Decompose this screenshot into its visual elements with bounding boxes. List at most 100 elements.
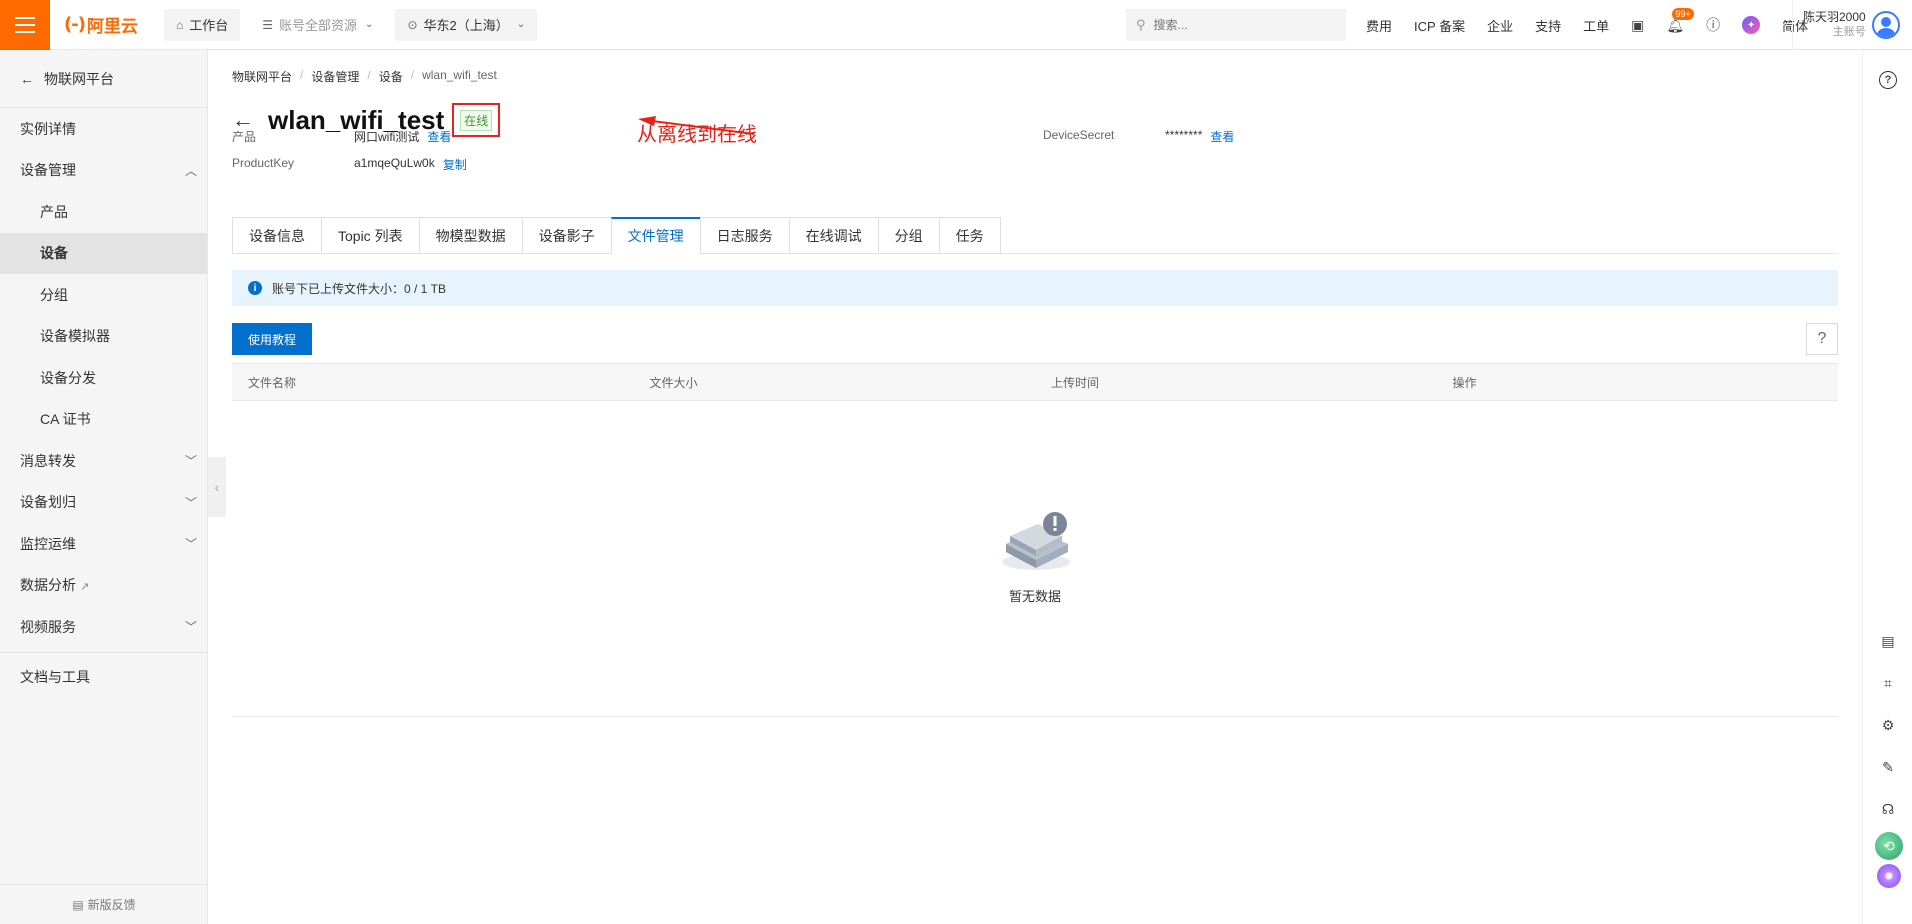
- gear-icon[interactable]: ⚙: [1879, 716, 1897, 734]
- logo-mark-icon: (-): [64, 14, 86, 35]
- sidebar-item-video[interactable]: 视频服务 ﹀: [0, 606, 207, 648]
- productkey-label: ProductKey: [232, 156, 295, 170]
- sidebar-item-label: 消息转发: [20, 452, 76, 469]
- sidebar-item-instance[interactable]: 实例详情: [0, 108, 207, 150]
- sidebar-item-label: 视频服务: [20, 618, 76, 635]
- enterprise-link[interactable]: 企业: [1487, 16, 1513, 35]
- feedback-icon: ▤: [72, 897, 84, 912]
- ai-brain-icon[interactable]: ✺: [1877, 864, 1901, 888]
- icp-link[interactable]: ICP 备案: [1414, 16, 1465, 35]
- tab-file-management[interactable]: 文件管理: [610, 217, 700, 254]
- avatar[interactable]: [1871, 11, 1900, 39]
- secret-view-link[interactable]: 查看: [1210, 128, 1234, 145]
- region-selector[interactable]: ⊙ 华东2（上海） ⌄: [395, 8, 538, 41]
- notice-text: 账号下已上传文件大小：0 / 1 TB: [272, 281, 447, 296]
- sidebar-item-distribution[interactable]: 设备分发: [0, 357, 207, 399]
- product-view-link[interactable]: 查看: [427, 128, 451, 145]
- sidebar-item-ca-cert[interactable]: CA 证书: [0, 399, 207, 441]
- sidebar-back-link[interactable]: ← 物联网平台: [0, 50, 207, 108]
- search-input[interactable]: [1153, 18, 1324, 32]
- feedback-label: 新版反馈: [87, 898, 136, 912]
- breadcrumb-item[interactable]: 物联网平台: [232, 68, 292, 85]
- sidebar-item-label: 设备管理: [20, 162, 76, 179]
- global-search[interactable]: ⚲: [1126, 9, 1346, 41]
- sidebar-divider: [0, 651, 207, 653]
- resource-selector[interactable]: ☰ 账号全部资源 ⌄: [250, 8, 386, 41]
- breadcrumb: 物联网平台 / 设备管理 / 设备 / wlan_wifi_test: [232, 68, 497, 85]
- external-link-icon: ↗: [80, 581, 90, 594]
- menu-icon[interactable]: [0, 0, 50, 50]
- table-header: 文件名称 文件大小 上传时间 操作: [232, 363, 1838, 401]
- tab-group[interactable]: 分组: [877, 217, 939, 254]
- edit-icon[interactable]: ✎: [1879, 758, 1897, 776]
- column-file-size: 文件大小: [649, 375, 698, 390]
- productkey-copy-link[interactable]: 复制: [443, 156, 467, 173]
- breadcrumb-current: wlan_wifi_test: [422, 68, 497, 82]
- productkey-value: a1mqeQuLw0k: [354, 156, 435, 170]
- region-label: 华东2（上海）: [423, 18, 509, 33]
- sidebar-item-label: CA 证书: [40, 411, 91, 428]
- user-role: 主账号: [1832, 26, 1866, 38]
- secret-label: DeviceSecret: [1043, 128, 1115, 142]
- search-icon: ⚲: [1136, 17, 1146, 32]
- secret-info: DeviceSecret ******** 查看: [1043, 128, 1234, 145]
- resource-selector-label: 账号全部资源: [279, 18, 358, 33]
- sidebar-item-label: 实例详情: [20, 120, 76, 137]
- tab-task[interactable]: 任务: [938, 217, 1001, 254]
- tab-topic-list[interactable]: Topic 列表: [321, 217, 419, 254]
- tab-online-debug[interactable]: 在线调试: [788, 217, 878, 254]
- sidebar-item-device-assign[interactable]: 设备划归 ﹀: [0, 482, 207, 524]
- ai-assistant-icon[interactable]: ✦: [1742, 16, 1761, 34]
- api-icon[interactable]: ⌗: [1879, 674, 1897, 692]
- document-icon[interactable]: ▤: [1879, 632, 1897, 650]
- question-icon[interactable]: ?: [1806, 323, 1838, 355]
- sidebar-item-group[interactable]: 分组: [0, 274, 207, 316]
- chevron-down-icon: ⌄: [365, 19, 374, 30]
- aliyun-logo[interactable]: (-) 阿里云: [64, 12, 154, 37]
- sidebar-item-device[interactable]: 设备: [0, 232, 207, 274]
- help-circle-icon[interactable]: ?: [1879, 71, 1897, 89]
- storage-notice: i 账号下已上传文件大小：0 / 1 TB: [232, 270, 1838, 306]
- fees-link[interactable]: 费用: [1366, 16, 1392, 35]
- sidebar-item-label: 监控运维: [20, 535, 76, 552]
- sidebar-item-label: 数据分析: [20, 577, 76, 594]
- chevron-down-icon: ﹀: [184, 620, 197, 635]
- sidebar-item-message-forward[interactable]: 消息转发 ﹀: [0, 440, 207, 482]
- sidebar-item-product[interactable]: 产品: [0, 191, 207, 233]
- tutorial-button[interactable]: 使用教程: [232, 323, 313, 355]
- empty-text: 暂无数据: [1008, 589, 1061, 604]
- chevron-left-icon: ‹: [214, 479, 220, 495]
- tab-device-shadow[interactable]: 设备影子: [521, 217, 611, 254]
- sidebar-collapse-handle[interactable]: ‹: [208, 457, 226, 517]
- column-upload-time: 上传时间: [1051, 375, 1100, 390]
- feedback-link[interactable]: ▤ 新版反馈: [0, 884, 208, 924]
- productkey-info: ProductKey a1mqeQuLw0k 复制: [232, 156, 467, 173]
- product-info: 产品 网口wifi测试 查看: [232, 128, 451, 145]
- headset-icon[interactable]: ☊: [1879, 800, 1897, 818]
- sidebar-item-device-management[interactable]: 设备管理 ︿: [0, 150, 207, 192]
- breadcrumb-item[interactable]: 设备: [379, 68, 403, 85]
- sidebar-item-monitoring[interactable]: 监控运维 ﹀: [0, 523, 207, 565]
- chevron-up-icon: ︿: [184, 163, 197, 178]
- assistant-icon[interactable]: ⟲: [1875, 832, 1903, 860]
- chevron-down-icon: ﹀: [184, 454, 197, 469]
- info-icon: i: [248, 281, 262, 295]
- ticket-link[interactable]: 工单: [1583, 16, 1609, 35]
- terminal-icon[interactable]: ▣: [1631, 17, 1644, 34]
- tab-device-info[interactable]: 设备信息: [232, 217, 321, 254]
- empty-box-icon: [1002, 512, 1070, 570]
- tab-thing-model[interactable]: 物模型数据: [418, 217, 522, 254]
- breadcrumb-item[interactable]: 设备管理: [311, 68, 359, 85]
- support-link[interactable]: 支持: [1535, 16, 1561, 35]
- sidebar-item-label: 设备: [40, 245, 68, 262]
- sidebar-item-docs-tools[interactable]: 文档与工具: [0, 657, 207, 699]
- help-icon[interactable]: ⓘ: [1706, 15, 1720, 35]
- bell-icon[interactable]: 🔔︎ 99+: [1666, 7, 1694, 34]
- chevron-down-icon: ⌄: [516, 19, 526, 30]
- workbench-button[interactable]: ⌂ 工作台: [164, 8, 241, 41]
- sidebar-item-label: 文档与工具: [20, 669, 90, 686]
- sidebar-item-simulator[interactable]: 设备模拟器: [0, 316, 207, 358]
- tab-log-service[interactable]: 日志服务: [699, 217, 789, 254]
- sidebar-item-data-analysis[interactable]: 数据分析 ↗: [0, 565, 207, 607]
- user-account[interactable]: 陈天羽2000 主账号: [1792, 0, 1900, 50]
